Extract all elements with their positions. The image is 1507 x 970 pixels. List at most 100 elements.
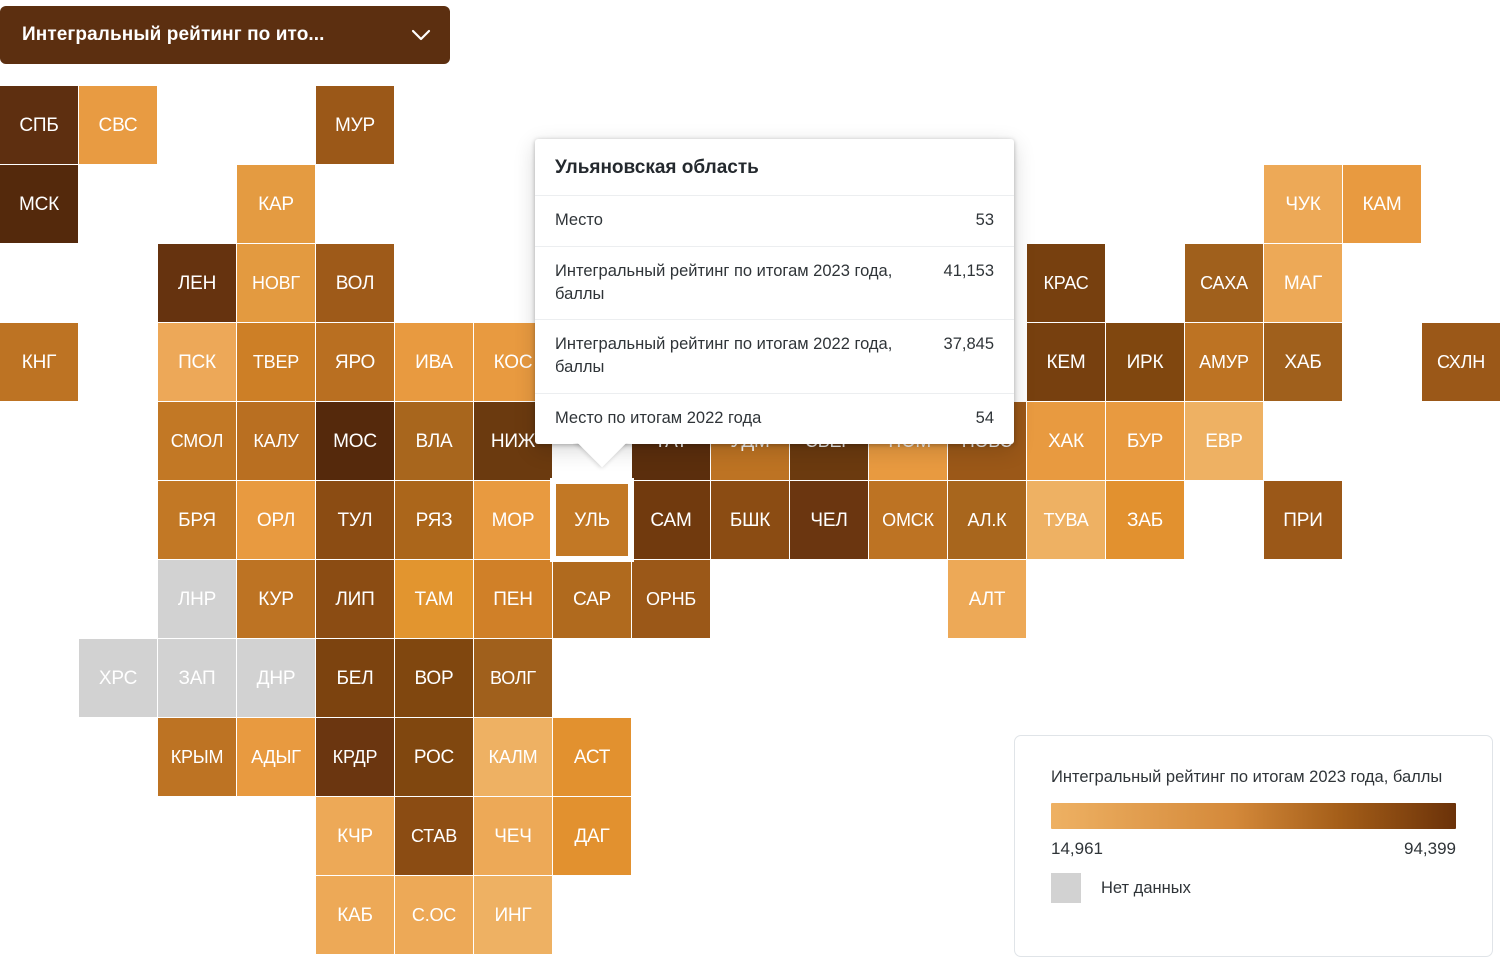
tooltip-rows: Место 53 Интегральный рейтинг по итогам 20… — [535, 196, 1014, 444]
map-tile-label: ЧЕЧ — [494, 825, 532, 847]
map-tile[interactable]: РЯЗ — [395, 481, 473, 559]
map-tile[interactable]: СТАВ — [395, 797, 473, 875]
map-tile[interactable]: ХАК — [1027, 402, 1105, 480]
map-tile[interactable]: МУР — [316, 86, 394, 164]
map-tile[interactable]: ИВА — [395, 323, 473, 401]
map-tile[interactable]: ПРИ — [1264, 481, 1342, 559]
map-tile-label: С.ОС — [411, 905, 457, 925]
map-tile[interactable]: АМУР — [1185, 323, 1263, 401]
map-tile[interactable]: СМОЛ — [158, 402, 236, 480]
map-tile[interactable]: БРЯ — [158, 481, 236, 559]
map-tile-label: ЗАБ — [1126, 509, 1164, 531]
map-tile[interactable]: ЧЕЧ — [474, 797, 552, 875]
map-tile-label: СХЛН — [1436, 352, 1485, 372]
map-tile[interactable]: НОВГ — [237, 244, 315, 322]
map-tile-label: ИРК — [1126, 351, 1164, 373]
map-tile[interactable]: ЕВР — [1185, 402, 1263, 480]
map-tile-label: УЛЬ — [574, 509, 610, 531]
map-tile[interactable]: ПЕН — [474, 560, 552, 638]
map-tile[interactable]: ИРК — [1106, 323, 1184, 401]
map-tile[interactable]: ВОР — [395, 639, 473, 717]
map-tile[interactable]: КАЛУ — [237, 402, 315, 480]
map-tile[interactable]: КАМ — [1343, 165, 1421, 243]
map-tile[interactable]: АЛТ — [948, 560, 1026, 638]
legend-min-value: 14,961 — [1051, 839, 1103, 859]
map-tile[interactable]: СПБ — [0, 86, 78, 164]
map-tile-label: КРДР — [332, 747, 378, 767]
map-tile[interactable]: КЕМ — [1027, 323, 1105, 401]
map-tile-label: БРЯ — [178, 509, 216, 531]
map-tile[interactable]: КРАС — [1027, 244, 1105, 322]
tooltip-row-value: 54 — [975, 408, 994, 427]
map-tile[interactable]: ВЛА — [395, 402, 473, 480]
map-tile[interactable]: ЛНР — [158, 560, 236, 638]
map-tile[interactable]: ОРЛ — [237, 481, 315, 559]
map-tile[interactable]: КУР — [237, 560, 315, 638]
map-tile[interactable]: ДАГ — [553, 797, 631, 875]
map-tile[interactable]: ТАМ — [395, 560, 473, 638]
map-tile[interactable]: ЧУК — [1264, 165, 1342, 243]
map-tile[interactable]: ХАБ — [1264, 323, 1342, 401]
map-tile-label: ХРС — [98, 667, 138, 689]
map-tile[interactable]: СВС — [79, 86, 157, 164]
map-tile[interactable]: МОС — [316, 402, 394, 480]
map-tile[interactable]: БЕЛ — [316, 639, 394, 717]
map-tile-label: АСТ — [573, 746, 611, 768]
map-tile[interactable]: КАР — [237, 165, 315, 243]
map-tile[interactable]: КРЫМ — [158, 718, 236, 796]
map-tile-label: АМУР — [1199, 352, 1249, 372]
map-tile[interactable]: ТВЕР — [237, 323, 315, 401]
map-tile[interactable]: ТУЛ — [316, 481, 394, 559]
map-tile[interactable]: БУР — [1106, 402, 1184, 480]
map-tile[interactable]: МОР — [474, 481, 552, 559]
map-tile[interactable]: КАЛМ — [474, 718, 552, 796]
tooltip-row-key: Место — [555, 211, 603, 229]
map-tile[interactable]: РОС — [395, 718, 473, 796]
map-tile[interactable]: ВОЛГ — [474, 639, 552, 717]
map-tile-label: МАГ — [1283, 272, 1323, 294]
map-tile[interactable]: ИНГ — [474, 876, 552, 954]
map-tile[interactable]: САМ — [632, 481, 710, 559]
map-tile[interactable]: МСК — [0, 165, 78, 243]
map-tile[interactable]: ЧЕЛ — [790, 481, 868, 559]
map-tile[interactable]: ЗАП — [158, 639, 236, 717]
map-tile[interactable]: САР — [553, 560, 631, 638]
map-tile[interactable]: ОМСК — [869, 481, 947, 559]
map-tile-label: МСК — [18, 193, 60, 215]
map-tile[interactable]: СХЛН — [1422, 323, 1500, 401]
map-tile-label: ОМСК — [882, 510, 934, 530]
map-tile[interactable]: АЛ.К — [948, 481, 1026, 559]
map-tile[interactable]: МАГ — [1264, 244, 1342, 322]
map-tile[interactable]: ЗАБ — [1106, 481, 1184, 559]
map-tile-label: ПСК — [178, 351, 216, 373]
map-tile[interactable]: ОРНБ — [632, 560, 710, 638]
map-tile[interactable]: КАБ — [316, 876, 394, 954]
map-tile-label: ТУВА — [1043, 510, 1089, 530]
map-tile-label: ВОР — [414, 667, 454, 689]
map-tile[interactable]: АДЫГ — [237, 718, 315, 796]
map-tile[interactable]: АСТ — [553, 718, 631, 796]
map-tile-label: СПБ — [19, 114, 59, 136]
map-tile[interactable]: ЛИП — [316, 560, 394, 638]
map-tile[interactable]: САХА — [1185, 244, 1263, 322]
map-tile-label: КЕМ — [1046, 351, 1086, 373]
map-tile-label: ЛНР — [177, 588, 217, 610]
legend-gradient-bar — [1051, 803, 1456, 830]
map-tile[interactable]: ХРС — [79, 639, 157, 717]
map-tile[interactable]: ПСК — [158, 323, 236, 401]
map-tile[interactable]: БШК — [711, 481, 789, 559]
map-tile[interactable]: ЯРО — [316, 323, 394, 401]
map-tile[interactable]: ЛЕН — [158, 244, 236, 322]
tooltip-row: Интегральный рейтинг по итогам 2023 года… — [535, 247, 1014, 321]
map-tile[interactable]: ВОЛ — [316, 244, 394, 322]
map-tile-label: КАМ — [1362, 193, 1402, 215]
map-tile-label: КАБ — [337, 904, 373, 926]
map-tile[interactable]: ТУВА — [1027, 481, 1105, 559]
map-tile[interactable]: КЧР — [316, 797, 394, 875]
metric-selector-dropdown[interactable]: Интегральный рейтинг по ито... — [0, 6, 450, 64]
map-tile[interactable]: КНГ — [0, 323, 78, 401]
map-tile[interactable]: С.ОС — [395, 876, 473, 954]
map-tile[interactable]: КРДР — [316, 718, 394, 796]
map-tile[interactable]: ДНР — [237, 639, 315, 717]
map-tile[interactable]: УЛЬ — [553, 481, 631, 559]
